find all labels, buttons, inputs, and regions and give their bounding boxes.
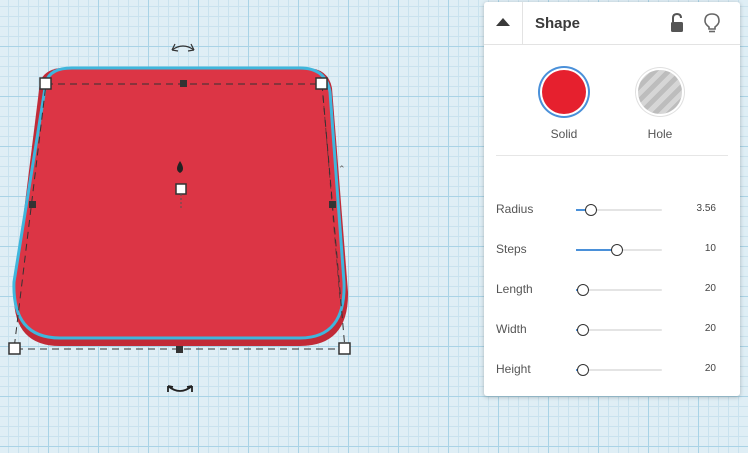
red-box-shape[interactable] [12, 66, 346, 340]
width-slider[interactable] [576, 324, 662, 336]
corner-handle-bottom-left[interactable] [8, 342, 21, 355]
property-row-length: Length 20 [484, 278, 740, 302]
panel-divider [496, 155, 728, 156]
steps-label: Steps [496, 242, 527, 256]
height-label: Height [496, 362, 531, 376]
hole-option[interactable]: Hole [630, 70, 690, 141]
length-slider-knob[interactable] [577, 284, 590, 296]
lightbulb-icon[interactable] [702, 12, 722, 34]
collapse-arrow-icon[interactable] [484, 2, 523, 44]
workplane-svg: ⌃ [8, 43, 351, 392]
property-row-height: Height 20 [484, 358, 740, 382]
width-label: Width [496, 322, 527, 336]
steps-slider-fill [576, 249, 617, 251]
length-label: Length [496, 282, 533, 296]
corner-handle-bottom-right[interactable] [338, 342, 351, 355]
corner-handle-top-right[interactable] [315, 77, 328, 90]
radius-slider-knob[interactable] [584, 204, 597, 216]
length-slider[interactable] [576, 284, 662, 296]
solid-option[interactable]: Solid [534, 70, 594, 141]
panel-header: Shape [484, 2, 740, 45]
hole-label: Hole [647, 127, 673, 141]
steps-value[interactable]: 10 [705, 243, 716, 254]
workplane-viewport[interactable]: ⌃ [0, 0, 480, 448]
height-value[interactable]: 20 [705, 363, 716, 374]
length-value[interactable]: 20 [705, 283, 716, 294]
property-row-steps: Steps 10 [484, 238, 740, 262]
hole-swatch[interactable] [638, 70, 682, 114]
width-value[interactable]: 20 [705, 323, 716, 334]
lock-icon[interactable] [668, 12, 688, 34]
property-row-width: Width 20 [484, 318, 740, 342]
edge-handle-top[interactable] [180, 80, 187, 87]
radius-slider[interactable] [576, 204, 662, 216]
panel-title: Shape [535, 15, 581, 32]
height-slider[interactable] [576, 364, 662, 376]
shape-inspector-panel: Shape Solid Hole Radius 3.56 Steps 10 Le… [484, 2, 740, 396]
solid-color-swatch[interactable] [542, 70, 586, 114]
corner-handle-top-left[interactable] [39, 77, 52, 90]
width-slider-knob[interactable] [577, 324, 590, 336]
side-rotate-hint: ⌃ [338, 164, 346, 174]
edge-handle-right[interactable] [329, 201, 336, 208]
solid-label: Solid [550, 127, 578, 141]
height-slider-knob[interactable] [577, 364, 590, 376]
edge-handle-bottom[interactable] [176, 346, 183, 353]
rotate-arrow-top-icon[interactable] [171, 43, 195, 52]
height-handle[interactable] [175, 183, 187, 195]
rotate-arrow-bottom-icon[interactable] [167, 385, 193, 392]
radius-label: Radius [496, 202, 534, 216]
steps-slider-knob[interactable] [611, 244, 624, 256]
steps-slider[interactable] [576, 244, 662, 256]
radius-value[interactable]: 3.56 [697, 203, 716, 214]
edge-handle-left[interactable] [29, 201, 36, 208]
property-row-radius: Radius 3.56 [484, 198, 740, 222]
